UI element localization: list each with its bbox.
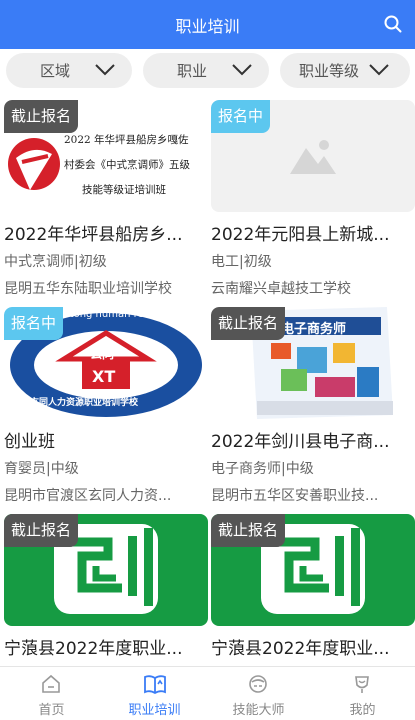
tab-training[interactable]: 职业培训: [103, 667, 206, 720]
course-title: 2022年元阳县上新城...: [211, 225, 390, 245]
poster-line: 技能等级证培训班: [82, 184, 166, 196]
logo-text: Xuantong human resources school: [44, 309, 208, 320]
course-image: 2022 年华坪县船房乡嘎佐 村委会《中式烹调师》五级 技能等级证培训班 截止报…: [4, 100, 208, 212]
status-badge: 截止报名: [4, 514, 79, 547]
master-icon: [249, 675, 267, 693]
course-image: 截止报名: [211, 514, 415, 626]
course-school: 昆明五华东陆职业培训学校: [4, 281, 172, 297]
course-image: 报名中: [211, 100, 415, 212]
course-title: 2022年剑川县电子商...: [211, 432, 390, 452]
course-title: 宁蒗县2022年度职业...: [4, 639, 183, 659]
course-school: 云南耀兴卓越技工学校: [211, 281, 351, 297]
app-header: 职业培训: [0, 0, 415, 49]
course-title: 宁蒗县2022年度职业...: [211, 639, 390, 659]
filter-region-label: 区域: [40, 62, 71, 80]
page-title: 职业培训: [175, 16, 240, 36]
tab-master[interactable]: 技能大师: [207, 667, 310, 720]
course-image: Xuantong human resources school 玄同 XT 玄同…: [4, 307, 208, 419]
tab-home-label: 首页: [38, 703, 65, 718]
filter-occupation-label: 职业: [177, 62, 208, 80]
book-icon: [144, 675, 166, 695]
filter-region[interactable]: 区域: [6, 53, 132, 88]
course-school: 昆明市官渡区玄同人力资...: [4, 488, 172, 504]
chevron-down-icon: [232, 64, 252, 76]
image-placeholder-icon: [290, 140, 336, 174]
course-title: 创业班: [4, 432, 55, 452]
logo-text: XT: [92, 367, 116, 386]
tab-home[interactable]: 首页: [0, 667, 103, 720]
course-image: 电子商务师 截止报名: [211, 307, 415, 419]
logo-text: 玄同: [90, 347, 115, 361]
status-badge: 报名中: [4, 307, 64, 340]
tab-master-label: 技能大师: [232, 703, 285, 718]
course-occupation: 育婴员|中级: [4, 461, 79, 477]
chevron-down-icon: [95, 64, 115, 76]
status-badge: 报名中: [211, 100, 271, 133]
profile-icon: [355, 676, 369, 693]
poster-line: 2022 年华坪县船房乡嘎佐: [64, 134, 189, 146]
status-badge: 截止报名: [4, 100, 79, 133]
chevron-down-icon: [369, 64, 389, 76]
course-occupation: 电工|初级: [211, 254, 272, 270]
tab-training-label: 职业培训: [128, 703, 181, 718]
course-occupation: 中式烹调师|初级: [4, 254, 107, 270]
filter-occupation[interactable]: 职业: [143, 53, 269, 88]
filter-level[interactable]: 职业等级: [280, 53, 410, 88]
filter-level-label: 职业等级: [299, 62, 360, 80]
bottom-tab-bar: 首页 职业培训 技能大师 我的: [0, 666, 415, 720]
home-icon: [42, 674, 60, 693]
book-title: 电子商务师: [281, 322, 347, 337]
course-occupation: 电子商务师|中级: [211, 461, 314, 477]
status-badge: 截止报名: [211, 307, 286, 340]
filter-bar: 区域 职业 职业等级: [0, 53, 415, 89]
poster-line: 村委会《中式烹调师》五级: [64, 159, 190, 171]
course-school: 昆明市五华区安善职业技...: [211, 488, 379, 504]
logo-text: 玄同人力资源职业培训学校: [30, 398, 139, 408]
course-title: 2022年华坪县船房乡...: [4, 225, 183, 245]
status-badge: 截止报名: [211, 514, 286, 547]
tab-profile-label: 我的: [349, 703, 376, 718]
tab-profile[interactable]: 我的: [311, 667, 414, 720]
course-image: 截止报名: [4, 514, 208, 626]
search-icon[interactable]: [383, 14, 403, 34]
